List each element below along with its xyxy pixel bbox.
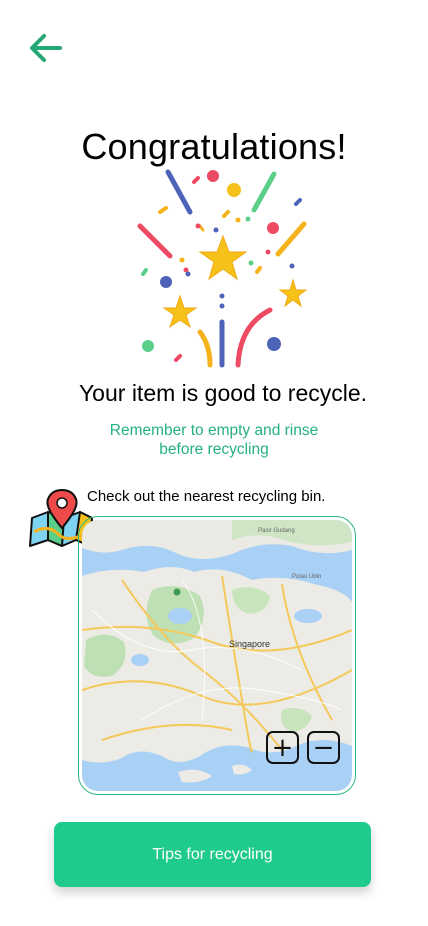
zoom-in-button[interactable]: + bbox=[266, 731, 299, 764]
arrow-left-icon bbox=[30, 34, 62, 62]
map-caption: Check out the nearest recycling bin. bbox=[87, 488, 326, 505]
map-place-label: Pasir Gudang bbox=[258, 528, 295, 534]
location-marker bbox=[173, 588, 181, 596]
map-place-label: Pulau Ubin bbox=[292, 574, 321, 580]
reminder-line-1: Remember to empty and rinse bbox=[109, 422, 319, 439]
rinse-reminder: Remember to empty and rinse before recyc… bbox=[0, 421, 428, 459]
celebration-illustration bbox=[137, 169, 308, 368]
result-headline: Your item is good to recycle. bbox=[78, 380, 368, 406]
back-button[interactable] bbox=[26, 30, 68, 66]
map-city-label: Singapore bbox=[229, 639, 270, 649]
reminder-line-2: before recycling bbox=[159, 441, 269, 458]
tips-for-recycling-button[interactable]: Tips for recycling bbox=[54, 822, 371, 887]
zoom-out-button[interactable]: − bbox=[307, 731, 340, 764]
